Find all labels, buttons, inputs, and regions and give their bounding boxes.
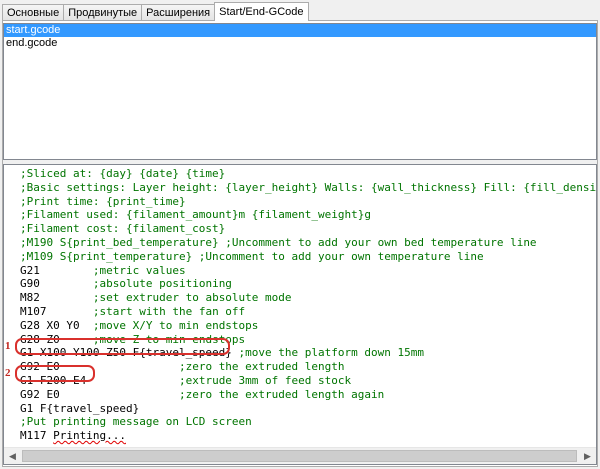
- horizontal-scrollbar[interactable]: ◀ ▶: [4, 447, 596, 464]
- code-comment: ;start with the fan off: [92, 304, 246, 318]
- code-line[interactable]: ;Basic settings: Layer height: {layer_he…: [20, 181, 596, 195]
- code-comment: ;M190 S{print_bed_temperature} ;Uncommen…: [20, 235, 537, 249]
- code-line[interactable]: M107 ;start with the fan off: [20, 305, 596, 319]
- code-command: G28 Z0: [20, 332, 93, 346]
- code-line[interactable]: G92 E0 ;zero the extruded length: [20, 360, 596, 374]
- code-comment: ;move X/Y to min endstops: [92, 318, 259, 332]
- code-line[interactable]: M82 ;set extruder to absolute mode: [20, 291, 596, 305]
- code-comment: ;set extruder to absolute mode: [92, 291, 292, 305]
- code-line[interactable]: ;Filament cost: {filament_cost}: [20, 222, 596, 236]
- scrollbar-thumb[interactable]: [22, 450, 577, 462]
- code-line[interactable]: G1 F{travel_speed}: [20, 402, 596, 416]
- code-command: G92 E0: [20, 387, 179, 401]
- code-line[interactable]: M117 Printing...: [20, 429, 596, 443]
- code-line[interactable]: ;M190 S{print_bed_temperature} ;Uncommen…: [20, 236, 596, 250]
- code-comment: ;move the platform down 15mm: [238, 346, 424, 360]
- code-comment: ;Put printing message on LCD screen: [20, 415, 252, 429]
- code-command: G1 X100 Y100 Z50 F{travel_speed}: [20, 346, 239, 360]
- code-comment: ;Sliced at: {day} {date} {time}: [20, 167, 226, 180]
- code-comment: ;M109 S{print_temperature} ;Uncomment to…: [20, 249, 484, 263]
- spellcheck-underlined-text: Printing...: [53, 429, 126, 443]
- code-comment: ;Filament cost: {filament_cost}: [20, 222, 226, 236]
- code-comment: ;zero the extruded length: [178, 360, 345, 374]
- code-command: M117: [20, 429, 54, 443]
- code-area[interactable]: ;Sliced at: {day} {date} {time} ;Basic se…: [20, 167, 596, 446]
- scroll-right-arrow-icon[interactable]: ▶: [579, 448, 596, 464]
- code-command: M82: [20, 291, 93, 305]
- code-command: G1 F200 E4: [20, 373, 179, 387]
- file-item-end-gcode[interactable]: end.gcode: [4, 37, 596, 50]
- code-command: G1 F{travel_speed}: [20, 401, 140, 415]
- code-line[interactable]: G90 ;absolute positioning: [20, 277, 596, 291]
- code-line[interactable]: ;M109 S{print_temperature} ;Uncomment to…: [20, 250, 596, 264]
- tab-plugins[interactable]: Расширения: [141, 4, 216, 21]
- code-command: G92 E0: [20, 360, 179, 374]
- gcode-file-list[interactable]: start.gcode end.gcode: [3, 23, 597, 160]
- tab-start-end-gcode[interactable]: Start/End-GCode: [214, 2, 309, 21]
- file-item-start-gcode[interactable]: start.gcode: [4, 24, 596, 37]
- tab-advanced[interactable]: Продвинутые: [63, 4, 143, 21]
- code-comment: ;extrude 3mm of feed stock: [178, 373, 352, 387]
- code-command: G28 X0 Y0: [20, 318, 93, 332]
- code-line[interactable]: ;Print time: {print_time}: [20, 195, 596, 209]
- code-comment: ;move Z to min endstops: [92, 332, 246, 346]
- code-comment: ;metric values: [92, 263, 186, 277]
- code-line[interactable]: G28 X0 Y0 ;move X/Y to min endstops: [20, 319, 596, 333]
- code-command: G90: [20, 277, 93, 291]
- annotation-number-2: 2: [5, 367, 11, 379]
- code-line[interactable]: G1 F200 E4 ;extrude 3mm of feed stock: [20, 374, 596, 388]
- code-line[interactable]: G21 ;metric values: [20, 264, 596, 278]
- code-line[interactable]: G28 Z0 ;move Z to min endstops: [20, 333, 596, 347]
- code-comment: ;Basic settings: Layer height: {layer_he…: [20, 180, 596, 194]
- gcode-editor[interactable]: ;Sliced at: {day} {date} {time} ;Basic se…: [3, 164, 597, 465]
- code-line[interactable]: G1 X100 Y100 Z50 F{travel_speed} ;move t…: [20, 346, 596, 360]
- code-comment: ;absolute positioning: [92, 277, 232, 291]
- code-comment: ;Filament used: {filament_amount}m {fila…: [20, 208, 371, 222]
- code-command: G21: [20, 263, 93, 277]
- code-line[interactable]: ;Sliced at: {day} {date} {time}: [20, 167, 596, 181]
- code-line[interactable]: ;Filament used: {filament_amount}m {fila…: [20, 208, 596, 222]
- scroll-left-arrow-icon[interactable]: ◀: [4, 448, 21, 464]
- tab-basic[interactable]: Основные: [2, 4, 65, 21]
- code-line[interactable]: ;Put printing message on LCD screen: [20, 415, 596, 429]
- code-comment: ;Print time: {print_time}: [20, 194, 186, 208]
- code-line[interactable]: G92 E0 ;zero the extruded length again: [20, 388, 596, 402]
- annotation-number-1: 1: [5, 340, 11, 352]
- code-command: M107: [20, 304, 93, 318]
- tab-bar: Основные Продвинутые Расширения Start/En…: [2, 2, 309, 21]
- code-comment: ;zero the extruded length again: [178, 387, 385, 401]
